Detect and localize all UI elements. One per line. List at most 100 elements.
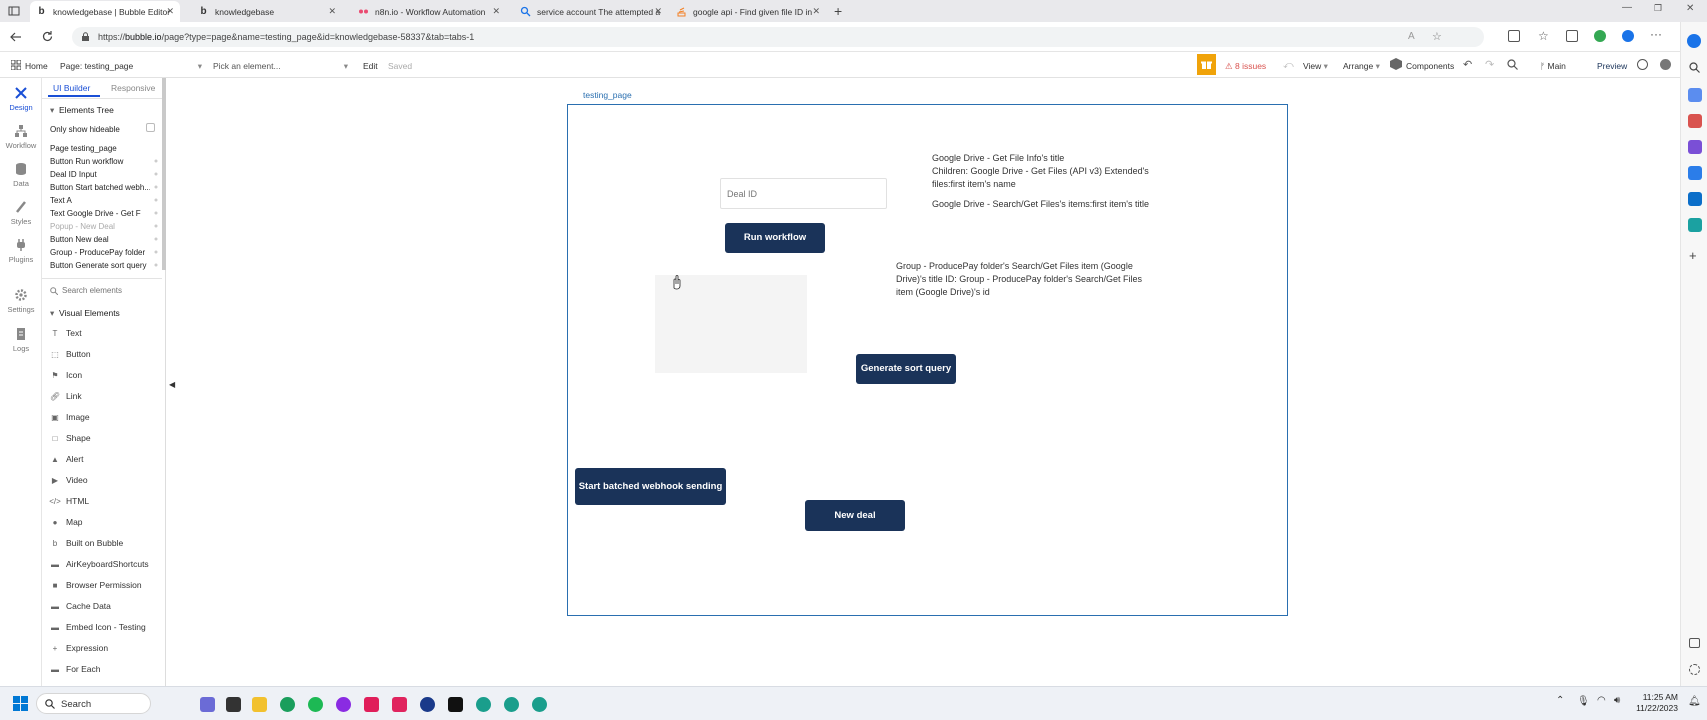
edit-menu[interactable]: Edit	[363, 61, 378, 71]
add-sidebar-app-icon[interactable]: +	[1689, 248, 1697, 263]
taskbar-clock[interactable]: 11:25 AM 11/22/2023	[1630, 692, 1678, 714]
collections-icon[interactable]	[1566, 30, 1578, 42]
browser-tab[interactable]: b knowledgebase ✕	[192, 1, 342, 22]
app-icon[interactable]	[336, 697, 351, 712]
profile-extension-icon[interactable]	[1622, 30, 1634, 42]
branch-selector[interactable]: ᚠ Main	[1540, 61, 1566, 71]
visual-element-plugin[interactable]: ▬ Embed Icon - Testing	[50, 622, 146, 632]
terminal-icon[interactable]	[226, 697, 241, 712]
close-icon[interactable]: ✕	[654, 6, 662, 17]
edge-profile-icon[interactable]	[532, 697, 547, 712]
visual-element-plugin[interactable]: ▬ Cache Data	[50, 601, 111, 611]
visual-elements-header[interactable]: ▾ Visual Elements	[50, 308, 120, 319]
visual-element-map[interactable]: ● Map	[50, 517, 83, 527]
account-avatar-icon[interactable]	[1660, 59, 1671, 70]
tab-ui-builder[interactable]: UI Builder	[53, 83, 90, 93]
tools-icon[interactable]	[1688, 114, 1702, 128]
more-menu-icon[interactable]: ···	[1650, 27, 1662, 41]
slack-icon[interactable]	[364, 697, 379, 712]
gift-icon[interactable]	[1197, 54, 1216, 75]
sidebar-settings-icon[interactable]	[1689, 664, 1700, 675]
search-icon[interactable]	[1507, 59, 1518, 70]
google-drive-text[interactable]: Google Drive - Get File Info's title Chi…	[932, 152, 1172, 211]
browser-tab[interactable]: b knowledgebase | Bubble Editor ✕	[30, 1, 180, 22]
tree-item[interactable]: Button Generate sort query	[50, 261, 147, 270]
visual-element-text[interactable]: T Text	[50, 328, 82, 338]
tree-item[interactable]: Button New deal	[50, 235, 109, 244]
1password-icon[interactable]	[420, 697, 435, 712]
close-icon[interactable]: ✕	[812, 6, 820, 17]
preview-button[interactable]: Preview	[1597, 61, 1627, 71]
generate-sort-query-button[interactable]: Generate sort query	[856, 354, 956, 384]
redo-icon[interactable]: ↷	[1485, 58, 1494, 71]
close-icon[interactable]: ✕	[492, 6, 500, 17]
browser-tab[interactable]: service account The attempted a ✕	[514, 1, 668, 22]
file-explorer-icon[interactable]	[252, 697, 267, 712]
edge-browser-icon[interactable]	[280, 697, 295, 712]
search-icon[interactable]	[1689, 62, 1700, 73]
teams-icon[interactable]	[200, 697, 215, 712]
chevron-up-icon[interactable]: ⌃	[1556, 695, 1564, 706]
visual-element-shape[interactable]: □ Shape	[50, 433, 91, 443]
hide-sidebar-icon[interactable]	[1689, 638, 1700, 648]
tree-item[interactable]: Page testing_page	[50, 144, 117, 153]
tree-item[interactable]: Deal ID Input	[50, 170, 97, 179]
favorite-star-icon[interactable]: ☆	[1432, 30, 1442, 43]
refresh-icon[interactable]	[41, 30, 54, 43]
run-workflow-button[interactable]: Run workflow	[725, 223, 825, 253]
visual-element-link[interactable]: 🔗︎ Link	[50, 391, 82, 401]
tree-item[interactable]: Button Run workflow	[50, 157, 123, 166]
tab-actions-icon[interactable]	[8, 5, 20, 17]
page-name-label[interactable]: testing_page	[583, 90, 632, 100]
tree-item[interactable]: Text Google Drive - Get F	[50, 209, 141, 218]
favorites-icon[interactable]: ☆	[1538, 29, 1549, 43]
microphone-icon[interactable]: 🎙︎	[1577, 696, 1590, 707]
nav-plugins[interactable]: Plugins	[0, 238, 42, 264]
visual-element-plugin[interactable]: + Expression	[50, 643, 108, 653]
visual-element-button[interactable]: ⬚ Button	[50, 349, 90, 359]
nav-settings[interactable]: Settings	[0, 288, 42, 314]
components-button[interactable]: Components	[1406, 61, 1454, 71]
visual-element-html[interactable]: </> HTML	[49, 496, 89, 506]
spotify-icon[interactable]	[308, 697, 323, 712]
home-link[interactable]: Home	[25, 61, 48, 71]
tree-item[interactable]: Popup - New Deal	[50, 222, 115, 231]
visual-element-plugin[interactable]: ■ Browser Permission	[50, 580, 142, 590]
close-window-icon[interactable]: ✕	[1686, 3, 1694, 14]
nav-workflow[interactable]: Workflow	[0, 124, 42, 150]
view-menu[interactable]: View ▾	[1303, 61, 1328, 72]
outlook-icon[interactable]	[1688, 192, 1702, 206]
close-icon[interactable]: ✕	[166, 6, 174, 17]
tree-item[interactable]: Group - ProducePay folder	[50, 248, 145, 257]
nav-logs[interactable]: Logs	[0, 327, 42, 353]
visual-element-video[interactable]: ▶ Video	[50, 475, 88, 485]
tree-item[interactable]: Text A	[50, 196, 72, 205]
edge-profile-icon[interactable]	[476, 697, 491, 712]
visual-element-icon[interactable]: ⚑ Icon	[50, 370, 82, 380]
edge-profile-icon[interactable]	[504, 697, 519, 712]
browser-tab[interactable]: n8n.io - Workflow Automation ✕	[352, 1, 506, 22]
office-icon[interactable]	[1688, 166, 1702, 180]
copilot-icon[interactable]	[1687, 34, 1701, 48]
elements-tree-header[interactable]: ▾ Elements Tree	[50, 105, 114, 116]
browser-tab[interactable]: google api - Find given file ID in ✕	[670, 1, 826, 22]
issues-indicator[interactable]: ⚠ 8 issues	[1225, 61, 1266, 72]
restore-icon[interactable]: ❐	[1654, 3, 1662, 14]
visual-element-alert[interactable]: ▲ Alert	[50, 454, 83, 464]
notifications-icon[interactable]: 🔔︎	[1688, 696, 1701, 707]
undo-icon[interactable]: ↶	[1463, 58, 1472, 71]
wifi-icon[interactable]: ◠	[1597, 695, 1606, 706]
visual-element-image[interactable]: ▣ Image	[50, 412, 89, 422]
taskbar-search[interactable]: Search	[36, 693, 151, 714]
split-screen-icon[interactable]	[1508, 30, 1520, 42]
read-aloud-icon[interactable]: A	[1408, 31, 1415, 42]
close-icon[interactable]: ✕	[328, 6, 336, 17]
lock-icon[interactable]	[81, 32, 90, 42]
visual-element-built-on-bubble[interactable]: b Built on Bubble	[50, 538, 123, 548]
element-picker[interactable]: Pick an element... ▾	[213, 61, 348, 71]
url-bar[interactable]: https://bubble.io/page?type=page&name=te…	[72, 27, 1484, 47]
arrange-menu[interactable]: Arrange ▾	[1343, 61, 1380, 72]
app-icon[interactable]	[392, 697, 407, 712]
undo-pointer-icon[interactable]: ⤺	[1283, 60, 1294, 71]
back-icon[interactable]	[10, 31, 22, 43]
